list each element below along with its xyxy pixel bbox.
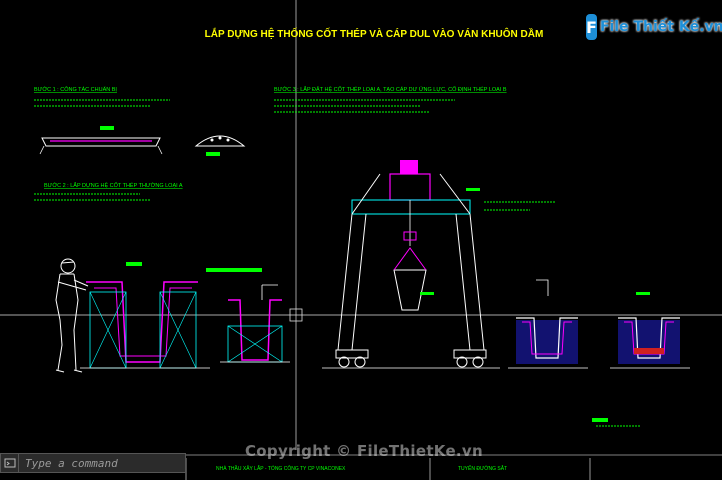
logo-mark-icon: F (586, 14, 597, 40)
step3-arrow (536, 279, 549, 296)
command-prompt-icon (4, 458, 15, 468)
command-menu-button[interactable] (1, 454, 19, 472)
step2-notes (34, 193, 150, 201)
logo-text: File Thiết Kế.vn (599, 19, 722, 35)
footer-project: TUYẾN ĐƯỜNG SẮT (458, 464, 507, 472)
command-input[interactable] (19, 455, 185, 471)
step1-section-sketch (194, 135, 246, 156)
step1-heading: BƯỚC 1 : CÔNG TÁC CHUẨN BỊ (34, 86, 117, 93)
step1-notes (34, 99, 170, 107)
footer-contractor: NHÀ THẦU XÂY LẮP - TỔNG CÔNG TY CP VINAC… (216, 464, 346, 472)
formwork-section-2 (610, 292, 690, 369)
gantry-crane (322, 160, 500, 369)
worker-figure (55, 258, 89, 373)
step2-heading: BƯỚC 2 : LẮP DỰNG HỆ CỐT THÉP THƯỜNG LOẠ… (44, 181, 183, 189)
step1-beam-sketch (39, 126, 163, 155)
step3-notes (274, 99, 455, 113)
formwork-section-1 (508, 317, 588, 369)
copyright-watermark: Copyright © FileThietKe.vn (245, 442, 483, 460)
step3-heading: BƯỚC 3 : LẮP ĐẶT HỆ CỐT THÉP LOẠI A, TẠO… (274, 85, 507, 93)
cad-drawing-canvas[interactable]: LẮP DỰNG HỆ THỐNG CỐT THÉP VÀ CÁP DUL VÀ… (0, 0, 722, 480)
drawing-title: LẮP DỰNG HỆ THỐNG CỐT THÉP VÀ CÁP DUL VÀ… (205, 26, 544, 40)
note-tag (592, 418, 608, 422)
step3-notes-right (484, 201, 640, 427)
command-line (0, 453, 186, 473)
step2-arrow (261, 284, 278, 300)
filethietke-logo: F File Thiết Kế.vn (586, 12, 722, 42)
